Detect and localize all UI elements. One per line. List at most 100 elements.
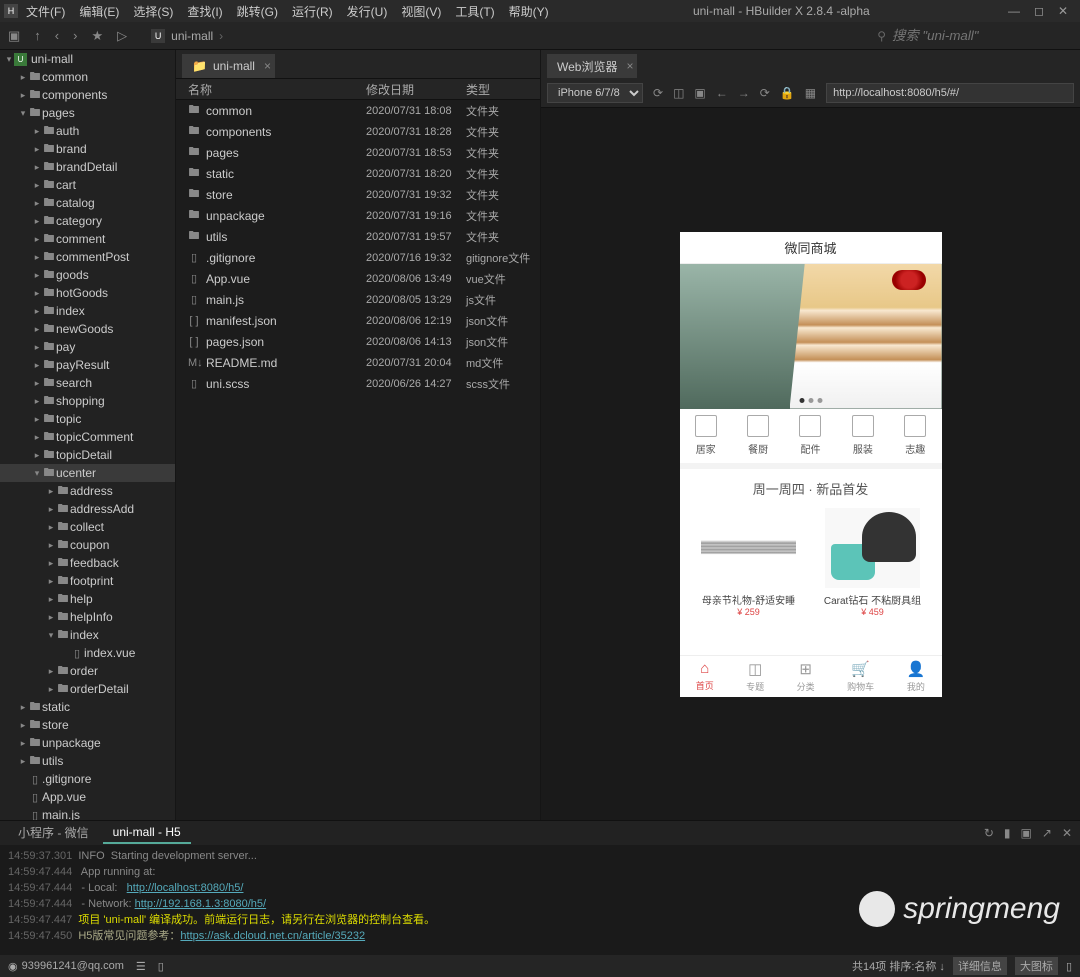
expand-icon[interactable]: ▸ <box>32 144 42 155</box>
tree-item[interactable]: ▸🖿components <box>0 86 175 104</box>
toolbar-icon[interactable]: ★ <box>91 28 103 44</box>
category-item[interactable]: 居家 <box>695 415 717 456</box>
list-item[interactable]: [ ]manifest.json2020/08/06 12:19json文件 <box>176 310 540 331</box>
tree-item[interactable]: ▸🖿index <box>0 302 175 320</box>
tree-item[interactable]: ▸🖿store <box>0 716 175 734</box>
maximize-icon[interactable]: ◻ <box>1034 4 1044 18</box>
menu-item[interactable]: 工具(T) <box>449 1 500 22</box>
browser-toolbar-icon[interactable]: ← <box>716 86 728 100</box>
tab-close-icon[interactable]: × <box>626 59 633 73</box>
browser-toolbar-icon[interactable]: ⟳ <box>760 86 770 100</box>
tree-item[interactable]: ▸🖿brand <box>0 140 175 158</box>
expand-icon[interactable]: ▸ <box>32 360 42 371</box>
console-tab[interactable]: 小程序 - 微信 <box>8 821 99 846</box>
browser-toolbar-icon[interactable]: 🔒 <box>780 86 795 100</box>
tree-item[interactable]: ▸🖿help <box>0 590 175 608</box>
expand-icon[interactable]: ▸ <box>32 450 42 461</box>
tree-item[interactable]: ▸🖿topicDetail <box>0 446 175 464</box>
expand-icon[interactable]: ▸ <box>32 342 42 353</box>
tree-item[interactable]: ▸🖿auth <box>0 122 175 140</box>
expand-icon[interactable]: ▸ <box>46 684 56 695</box>
expand-icon[interactable]: ▸ <box>18 720 28 731</box>
list-item[interactable]: [ ]pages.json2020/08/06 14:13json文件 <box>176 331 540 352</box>
expand-icon[interactable]: ▸ <box>32 252 42 263</box>
tree-item[interactable]: ▾🖿index <box>0 626 175 644</box>
tree-item[interactable]: ▸🖿commentPost <box>0 248 175 266</box>
file-tab[interactable]: 📁 uni-mall × <box>182 54 275 78</box>
expand-icon[interactable]: ▸ <box>18 738 28 749</box>
tree-item[interactable]: ▸🖿collect <box>0 518 175 536</box>
browser-toolbar-icon[interactable]: ⟳ <box>653 86 663 100</box>
console-link[interactable]: https://ask.dcloud.net.cn/article/35232 <box>180 930 365 942</box>
console-link[interactable]: http://localhost:8080/h5/ <box>127 882 244 894</box>
nav-tab[interactable]: ⌂首页 <box>696 660 714 692</box>
category-item[interactable]: 餐厨 <box>747 415 769 456</box>
expand-icon[interactable]: ▾ <box>4 54 14 65</box>
nav-tab[interactable]: ◫专题 <box>746 660 764 693</box>
tree-item[interactable]: ▸🖿comment <box>0 230 175 248</box>
console-icon[interactable]: ↻ <box>984 826 994 840</box>
expand-icon[interactable]: ▸ <box>32 324 42 335</box>
console-icon[interactable]: ✕ <box>1062 826 1072 840</box>
tree-item[interactable]: ▸🖿search <box>0 374 175 392</box>
list-item[interactable]: 🖿components2020/07/31 18:28文件夹 <box>176 121 540 142</box>
tree-item[interactable]: ▸🖿coupon <box>0 536 175 554</box>
nav-tab[interactable]: 🛒购物车 <box>847 660 874 693</box>
list-item[interactable]: 🖿store2020/07/31 19:32文件夹 <box>176 184 540 205</box>
browser-toolbar-icon[interactable]: → <box>738 86 750 100</box>
list-header[interactable]: 名称 修改日期 类型 <box>176 78 540 100</box>
console-icon[interactable]: ↗ <box>1042 826 1052 840</box>
search-icon[interactable]: ⚲ <box>877 29 886 43</box>
search-input[interactable] <box>892 28 1072 43</box>
category-item[interactable]: 志趣 <box>904 415 926 456</box>
product-item[interactable]: Carat钻石 不粘厨具组¥ 459 <box>823 508 923 617</box>
status-icon[interactable]: ▯ <box>158 960 164 973</box>
tree-item[interactable]: ▸🖿common <box>0 68 175 86</box>
expand-icon[interactable]: ▸ <box>46 576 56 587</box>
tree-item[interactable]: ▸🖿helpInfo <box>0 608 175 626</box>
product-item[interactable]: 母亲节礼物-舒适安睡¥ 259 <box>699 508 799 617</box>
console-icon[interactable]: ▮ <box>1004 826 1011 840</box>
expand-icon[interactable]: ▸ <box>32 306 42 317</box>
toolbar-icon[interactable]: › <box>73 28 77 43</box>
expand-icon[interactable]: ▸ <box>32 198 42 209</box>
menu-item[interactable]: 发行(U) <box>341 1 394 22</box>
tree-item[interactable]: ▸🖿order <box>0 662 175 680</box>
browser-toolbar-icon[interactable]: ▦ <box>805 86 816 100</box>
expand-icon[interactable]: ▸ <box>46 486 56 497</box>
tree-item[interactable]: ▾Uuni-mall <box>0 50 175 68</box>
menu-item[interactable]: 查找(I) <box>181 1 228 22</box>
nav-tab[interactable]: 👤我的 <box>907 660 926 693</box>
status-icon[interactable]: ☰ <box>136 960 146 973</box>
nav-tab[interactable]: ⊞分类 <box>797 660 815 693</box>
tree-item[interactable]: ▸🖿newGoods <box>0 320 175 338</box>
browser-toolbar-icon[interactable]: ◫ <box>673 86 684 100</box>
minimize-icon[interactable]: — <box>1008 4 1020 18</box>
expand-icon[interactable]: ▸ <box>46 612 56 623</box>
tree-item[interactable]: ▸🖿pay <box>0 338 175 356</box>
banner-image[interactable] <box>680 264 942 409</box>
expand-icon[interactable]: ▸ <box>32 414 42 425</box>
status-icon[interactable]: ▯ <box>1066 960 1072 973</box>
console-icon[interactable]: ▣ <box>1021 826 1032 840</box>
expand-icon[interactable]: ▸ <box>32 180 42 191</box>
tree-item[interactable]: ▯.gitignore <box>0 770 175 788</box>
expand-icon[interactable]: ▸ <box>18 72 28 83</box>
breadcrumb[interactable]: U uni-mall› <box>151 29 223 43</box>
tab-close-icon[interactable]: × <box>264 59 271 73</box>
expand-icon[interactable]: ▸ <box>32 288 42 299</box>
tree-item[interactable]: ▸🖿cart <box>0 176 175 194</box>
tree-item[interactable]: ▯main.js <box>0 806 175 820</box>
expand-icon[interactable]: ▸ <box>32 432 42 443</box>
expand-icon[interactable]: ▸ <box>18 90 28 101</box>
tree-item[interactable]: ▸🖿catalog <box>0 194 175 212</box>
list-item[interactable]: 🖿common2020/07/31 18:08文件夹 <box>176 100 540 121</box>
tree-item[interactable]: ▸🖿feedback <box>0 554 175 572</box>
list-item[interactable]: ▯.gitignore2020/07/16 19:32gitignore文件 <box>176 247 540 268</box>
expand-icon[interactable]: ▸ <box>18 702 28 713</box>
toolbar-icon[interactable]: ↑ <box>34 28 41 43</box>
menu-item[interactable]: 选择(S) <box>127 1 179 22</box>
project-tree[interactable]: ▾Uuni-mall▸🖿common▸🖿components▾🖿pages▸🖿a… <box>0 50 176 820</box>
toolbar-icon[interactable]: ‹ <box>55 28 59 43</box>
toolbar-icon[interactable]: ▷ <box>117 28 127 44</box>
